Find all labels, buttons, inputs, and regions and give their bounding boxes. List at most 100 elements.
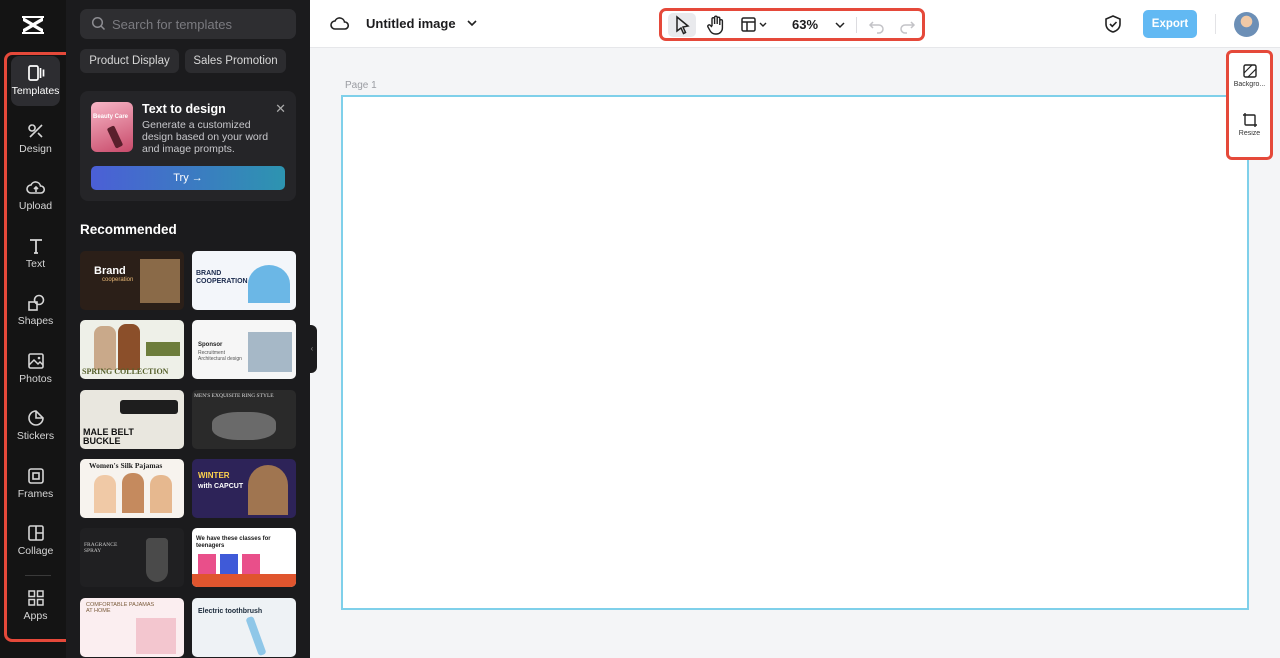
stickers-icon <box>27 410 44 426</box>
document-title[interactable]: Untitled image <box>366 16 456 31</box>
rail-item-label: Photos <box>19 373 52 385</box>
rail-item-shapes[interactable]: Shapes <box>11 286 60 336</box>
upload-cloud-icon <box>25 181 45 194</box>
template-card[interactable]: SPRING COLLECTION <box>80 320 184 379</box>
rail-item-collage[interactable]: Collage <box>11 516 60 566</box>
cloud-sync-icon[interactable] <box>330 14 350 32</box>
design-canvas[interactable] <box>341 95 1249 610</box>
chevron-down-icon <box>835 22 845 29</box>
template-card[interactable]: WINTER with CAPCUT <box>192 459 296 518</box>
rail-divider <box>25 575 51 576</box>
top-bar: Untitled image 63% Export <box>310 0 1280 48</box>
hand-tool-button[interactable] <box>703 13 729 37</box>
rail-item-label: Stickers <box>16 430 55 442</box>
export-button[interactable]: Export <box>1143 10 1197 38</box>
chip-sales-promotion[interactable]: Sales Promotion <box>185 49 286 73</box>
background-icon <box>1242 64 1257 78</box>
shapes-icon <box>27 294 44 311</box>
rail-item-stickers[interactable]: Stickers <box>11 401 60 451</box>
recommended-heading: Recommended <box>80 222 177 237</box>
collapse-panel-handle[interactable]: ‹ <box>307 325 317 373</box>
rail-item-label: Collage <box>17 545 54 557</box>
background-button[interactable]: Backgro... <box>1229 57 1270 101</box>
template-card[interactable]: We have these classes for teenagers <box>192 528 296 587</box>
promo-thumbnail-text: Beauty Care <box>93 114 129 120</box>
template-card[interactable]: Brand cooperation <box>80 251 184 310</box>
design-icon <box>27 124 43 138</box>
undo-button[interactable] <box>866 13 888 37</box>
rail-item-design[interactable]: Design <box>11 114 60 164</box>
toolbar-divider <box>856 17 857 33</box>
resize-label: Resize <box>1238 130 1261 137</box>
template-card[interactable]: COMFORTABLE PAJAMAS AT HOME <box>80 598 184 657</box>
template-title: SPRING COLLECTION <box>82 367 169 376</box>
topbar-divider <box>1215 14 1216 34</box>
close-icon[interactable]: ✕ <box>275 101 286 117</box>
search-input[interactable] <box>112 9 292 39</box>
rail-item-label: Upload <box>18 200 53 212</box>
promo-thumbnail: Beauty Care <box>91 102 133 152</box>
template-title: MEN'S EXQUISITE RING STYLE <box>194 393 274 399</box>
rail-item-label: Shapes <box>17 315 54 327</box>
template-search <box>80 9 296 39</box>
template-title: MALE BELT BUCKLE <box>83 427 134 446</box>
rail-item-apps[interactable]: Apps <box>11 581 60 631</box>
shield-icon[interactable] <box>1104 14 1122 34</box>
zoom-dropdown-button[interactable] <box>832 13 848 37</box>
templates-icon <box>27 65 44 81</box>
resize-icon <box>1242 113 1257 127</box>
template-card[interactable]: BRAND COOPERATION <box>192 251 296 310</box>
rail-item-photos[interactable]: Photos <box>11 344 60 394</box>
template-card[interactable]: FRAGRANCE SPRAY <box>80 528 184 587</box>
rail-nav: Templates Design Upload Text Shapes Phot… <box>4 52 74 642</box>
background-label: Backgro... <box>1233 81 1266 88</box>
zoom-level[interactable]: 63% <box>792 17 818 32</box>
lipstick-graphic <box>106 125 124 149</box>
canvas-toolbar: 63% <box>659 8 925 41</box>
rail-item-label: Apps <box>23 610 48 622</box>
promo-title: Text to design <box>142 102 226 116</box>
select-tool-button[interactable] <box>668 13 696 37</box>
template-title: We have these classes for teenagers <box>196 536 271 549</box>
template-subtitle: cooperation <box>102 277 134 283</box>
page-label: Page 1 <box>345 80 377 91</box>
left-rail: Templates Design Upload Text Shapes Phot… <box>0 0 74 658</box>
template-card[interactable]: MEN'S EXQUISITE RING STYLE <box>192 390 296 449</box>
rail-item-upload[interactable]: Upload <box>11 171 60 221</box>
template-title: Sponsor <box>198 342 223 348</box>
chevron-down-icon[interactable] <box>466 17 478 29</box>
template-card[interactable]: Women's Silk Pajamas <box>80 459 184 518</box>
search-icon <box>91 16 106 31</box>
app-root: Templates Design Upload Text Shapes Phot… <box>0 0 1280 658</box>
template-card[interactable]: Electric toothbrush <box>192 598 296 657</box>
pointer-icon <box>676 15 690 35</box>
text-icon <box>29 239 42 254</box>
template-subtitle: with CAPCUT <box>198 483 244 490</box>
photos-icon <box>27 353 44 369</box>
undo-icon <box>868 21 884 34</box>
rail-item-templates[interactable]: Templates <box>11 56 60 106</box>
template-title: WINTER <box>198 471 230 480</box>
frames-icon <box>27 468 44 484</box>
layout-tool-button[interactable] <box>738 13 772 37</box>
rail-item-label: Design <box>19 143 52 155</box>
layout-icon <box>741 17 767 32</box>
template-title: BRAND COOPERATION <box>196 270 248 285</box>
redo-button[interactable] <box>896 13 918 37</box>
template-card[interactable]: MALE BELT BUCKLE <box>80 390 184 449</box>
rail-item-frames[interactable]: Frames <box>11 459 60 509</box>
rail-item-text[interactable]: Text <box>11 229 60 279</box>
avatar[interactable] <box>1234 12 1259 37</box>
template-subtitle: Recruitment Architectural design <box>198 350 242 362</box>
template-title: Women's Silk Pajamas <box>89 461 163 470</box>
right-tools-panel: Backgro... Resize <box>1226 50 1273 160</box>
template-card[interactable]: Sponsor Recruitment Architectural design <box>192 320 296 379</box>
chip-product-display[interactable]: Product Display <box>80 49 179 73</box>
hand-icon <box>707 15 724 35</box>
try-button[interactable]: Try → <box>91 166 285 190</box>
redo-icon <box>900 21 916 34</box>
promo-description: Generate a customized design based on yo… <box>142 119 269 155</box>
capcut-logo-icon[interactable] <box>20 12 46 38</box>
rail-item-label: Templates <box>11 85 60 97</box>
resize-button[interactable]: Resize <box>1229 106 1270 150</box>
